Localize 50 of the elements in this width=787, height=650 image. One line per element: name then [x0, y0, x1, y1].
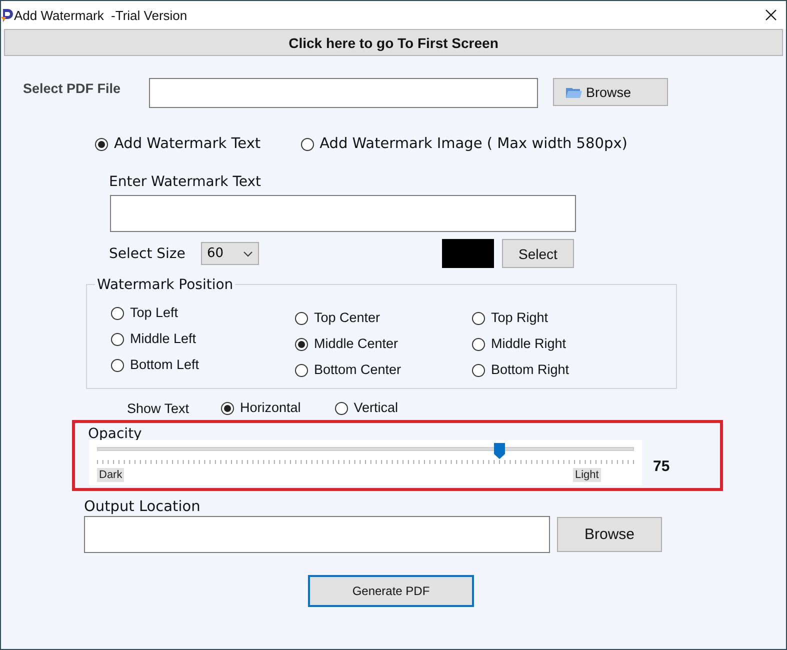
input-field[interactable]	[84, 516, 550, 553]
field-label: Output Location	[84, 499, 202, 515]
field-label: Enter Watermark Text	[109, 174, 262, 190]
scale-label: Dark	[97, 468, 124, 482]
radio-label[interactable]: Vertical	[354, 399, 398, 417]
radio-button[interactable]	[111, 358, 124, 372]
radio-label[interactable]: Top Left	[130, 304, 178, 322]
radio-label[interactable]: Middle Left	[130, 330, 196, 348]
field-label: Select Size	[109, 246, 186, 262]
browse-button[interactable]: Browse	[553, 78, 668, 106]
radio-button[interactable]	[111, 332, 124, 346]
radio-label[interactable]: Top Center	[314, 309, 380, 327]
radio-label[interactable]: Horizontal	[240, 399, 301, 417]
radio-button[interactable]	[295, 312, 308, 324]
radio-label[interactable]: Bottom Right	[491, 361, 570, 379]
radio-button[interactable]	[472, 312, 485, 324]
radio-label[interactable]: Middle Center	[314, 335, 398, 353]
opacity-value: 75	[653, 458, 670, 475]
radio-button[interactable]	[111, 306, 124, 320]
field-label: Select PDF File	[23, 81, 122, 96]
browse-button[interactable]: Browse	[557, 517, 662, 552]
radio-button[interactable]	[221, 402, 234, 414]
radio-button[interactable]	[95, 138, 108, 150]
radio-button[interactable]	[300, 138, 314, 150]
radio-button[interactable]	[295, 338, 308, 350]
first-screen-button[interactable]: Click here to go To First Screen	[4, 29, 783, 56]
input-field[interactable]	[110, 195, 576, 232]
folder-icon	[566, 86, 582, 98]
radio-label[interactable]: Add Watermark Text	[114, 136, 261, 152]
scale-label: Light	[573, 468, 601, 482]
radio-label[interactable]: Add Watermark Image ( Max width 580px)	[320, 136, 628, 152]
radio-button[interactable]	[334, 402, 348, 414]
radio-button[interactable]	[472, 338, 485, 350]
input-field[interactable]	[149, 78, 538, 108]
field-label: Show Text	[127, 400, 190, 416]
slider-thumb[interactable]	[494, 443, 506, 459]
caret-icon	[243, 250, 253, 256]
radio-button[interactable]	[472, 364, 485, 376]
opacity-slider[interactable]: Dark Light	[89, 440, 642, 485]
close-icon[interactable]	[765, 9, 777, 21]
radio-button[interactable]	[295, 364, 308, 376]
window-title: Add Watermark -Trial Version	[14, 8, 188, 22]
radio-label[interactable]: Top Right	[491, 309, 548, 327]
size-dropdown[interactable]: 60	[201, 242, 259, 265]
radio-label[interactable]: Middle Right	[491, 335, 566, 353]
radio-label[interactable]: Bottom Left	[130, 356, 200, 374]
select-button[interactable]: Select	[502, 239, 574, 268]
radio-label[interactable]: Bottom Center	[314, 361, 402, 379]
generate-button[interactable]: Generate PDF	[308, 575, 474, 607]
slider-label: Opacity	[88, 426, 142, 442]
